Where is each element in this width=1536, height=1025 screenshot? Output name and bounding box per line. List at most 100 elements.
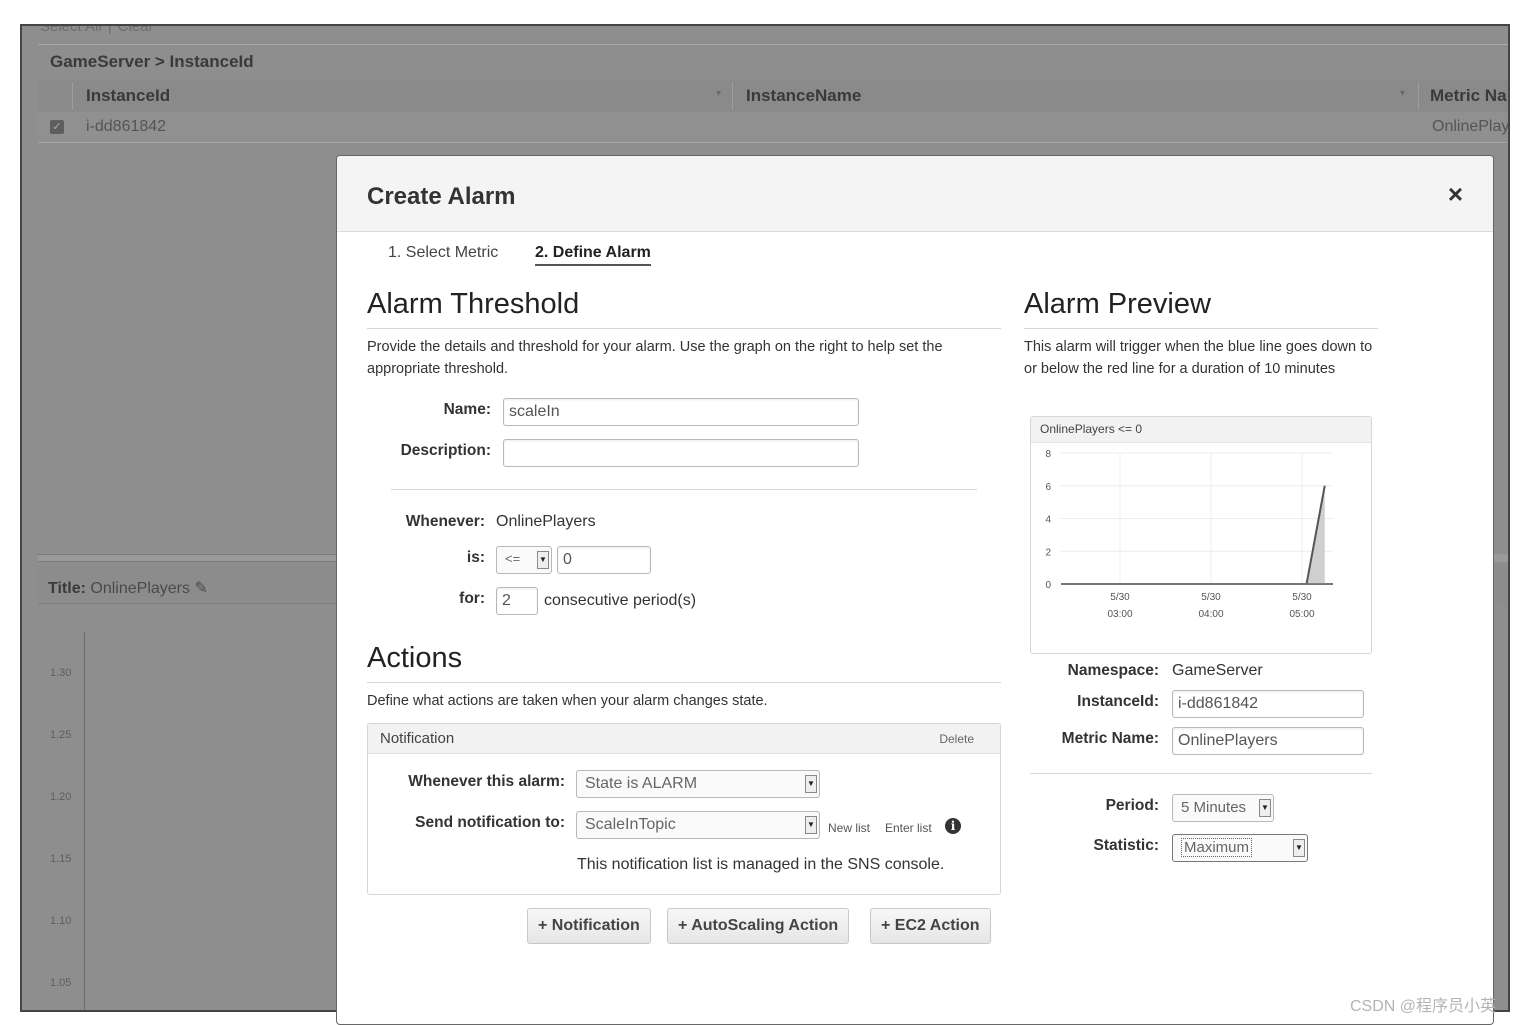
y-tick-label: 0 xyxy=(1045,580,1051,591)
panel-resize-handle[interactable] xyxy=(1494,554,1508,562)
pencil-icon[interactable]: ✎ xyxy=(194,580,207,597)
column-header-instancename[interactable]: InstanceName xyxy=(746,86,861,106)
cell-instanceid: i-dd861842 xyxy=(86,118,167,135)
period-select[interactable]: 5 Minutes ▼ xyxy=(1172,794,1274,822)
notification-header: Notification Delete xyxy=(368,724,1000,754)
y-tick-label: 2 xyxy=(1045,547,1051,558)
column-divider xyxy=(72,82,73,110)
x-tick-label: 5/30 xyxy=(1110,592,1130,603)
sort-icon[interactable]: ▾ xyxy=(1400,88,1405,99)
chevron-down-icon: ▼ xyxy=(805,816,817,834)
operator-select[interactable]: <= ▼ xyxy=(496,546,552,574)
chart-title: OnlinePlayers <= 0 xyxy=(1040,422,1143,436)
chart-header: OnlinePlayers <= 0 xyxy=(1031,417,1371,443)
preview-chart: OnlinePlayers <= 0 8 6 4 2 0 5/30 03:00 5/30 04:… xyxy=(1030,416,1372,654)
divider xyxy=(367,328,1001,329)
periods-field[interactable] xyxy=(496,587,538,615)
sns-note: This notification list is managed in the… xyxy=(577,856,945,873)
whenever-metric: OnlinePlayers xyxy=(496,513,596,530)
column-header-instanceid[interactable]: InstanceId xyxy=(86,86,170,106)
clear-link[interactable]: Clear xyxy=(118,26,154,35)
y-tick-label: 1.20 xyxy=(50,791,72,803)
metric-name-label: Metric Name: xyxy=(1061,730,1159,747)
for-label: for: xyxy=(459,590,485,607)
y-tick-label: 6 xyxy=(1045,482,1051,493)
name-field[interactable] xyxy=(503,398,859,426)
column-header-metricname[interactable]: Metric Na xyxy=(1430,86,1507,106)
statistic-select[interactable]: Maximum ▼ xyxy=(1172,834,1308,862)
preview-description: This alarm will trigger when the blue li… xyxy=(1024,339,1373,377)
divider xyxy=(367,682,1001,683)
notification-topic-value: ScaleInTopic xyxy=(585,816,676,833)
table-row[interactable] xyxy=(38,112,1508,142)
is-label: is: xyxy=(466,549,485,566)
instanceid-field[interactable] xyxy=(1172,690,1364,718)
add-ec2-action-button[interactable]: + EC2 Action xyxy=(870,908,991,944)
alarm-state-value: State is ALARM xyxy=(585,775,698,792)
name-label: Name: xyxy=(443,401,491,418)
select-all-link[interactable]: Select All xyxy=(40,26,102,35)
namespace-label: Namespace: xyxy=(1067,662,1159,679)
chevron-down-icon: ▼ xyxy=(1259,799,1271,817)
threshold-description: Provide the details and threshold for yo… xyxy=(367,339,943,377)
new-list-link[interactable]: New list xyxy=(828,821,870,835)
breadcrumb[interactable]: GameServer > InstanceId xyxy=(50,52,254,72)
statistic-label: Statistic: xyxy=(1093,837,1159,854)
period-value: 5 Minutes xyxy=(1181,799,1247,816)
add-notification-button[interactable]: + Notification xyxy=(527,908,651,944)
divider xyxy=(38,44,1508,45)
info-icon[interactable]: i xyxy=(945,818,961,834)
whenever-alarm-label: Whenever this alarm: xyxy=(408,773,565,790)
divider xyxy=(38,142,1508,143)
close-icon[interactable]: × xyxy=(1448,181,1463,207)
tab-define-alarm[interactable]: 2. Define Alarm xyxy=(535,244,651,266)
period-label: Period: xyxy=(1105,797,1159,814)
watermark: CSDN @程序员小英 xyxy=(1350,998,1497,1015)
x-tick-label: 04:00 xyxy=(1198,609,1223,620)
metric-name-field[interactable] xyxy=(1172,727,1364,755)
namespace-value: GameServer xyxy=(1172,662,1263,679)
whenever-label: Whenever: xyxy=(405,513,485,530)
periods-suffix: consecutive period(s) xyxy=(544,592,697,609)
y-tick-label: 4 xyxy=(1045,515,1051,526)
y-tick-label: 1.30 xyxy=(50,667,72,679)
instanceid-label: InstanceId: xyxy=(1077,693,1159,710)
chart-plot: 8 6 4 2 0 5/30 03:00 5/30 04:00 5/30 05:00 xyxy=(1045,449,1333,620)
tab-select-metric[interactable]: 1. Select Metric xyxy=(388,244,498,262)
graph-title-bar xyxy=(1494,566,1508,604)
y-tick-label: 1.15 xyxy=(50,853,72,865)
x-tick-label: 5/30 xyxy=(1292,592,1312,603)
chevron-down-icon: ▼ xyxy=(1293,839,1305,857)
y-tick-label: 1.25 xyxy=(50,729,72,741)
threshold-field[interactable] xyxy=(557,546,651,574)
statistic-value: Maximum xyxy=(1181,838,1253,857)
sort-icon[interactable]: ▾ xyxy=(716,88,721,99)
column-divider xyxy=(732,82,733,110)
graph-y-axis xyxy=(84,632,85,1010)
cell-metricname: OnlinePlay xyxy=(1432,118,1510,135)
delete-notification-link[interactable]: Delete xyxy=(939,732,974,746)
operator-value: <= xyxy=(505,551,521,566)
create-alarm-dialog: Create Alarm × 1. Select Metric 2. Defin… xyxy=(336,155,1494,1025)
description-label: Description: xyxy=(400,442,491,459)
notification-topic-select[interactable]: ScaleInTopic ▼ xyxy=(576,811,820,839)
add-autoscaling-action-button[interactable]: + AutoScaling Action xyxy=(667,908,850,944)
actions-heading: Actions xyxy=(367,642,463,674)
selection-links: Select All | Clear xyxy=(40,26,154,35)
graph-title: Title: OnlinePlayers ✎ xyxy=(48,578,208,598)
graph-title-value: OnlinePlayers xyxy=(90,580,190,597)
graph-title-label: Title: xyxy=(48,580,86,597)
send-notification-label: Send notification to: xyxy=(415,814,565,831)
x-tick-label: 5/30 xyxy=(1201,592,1221,603)
chevron-down-icon: ▼ xyxy=(537,551,549,569)
dialog-header: Create Alarm × xyxy=(337,156,1493,232)
notification-title: Notification xyxy=(380,730,455,747)
alarm-state-select[interactable]: State is ALARM ▼ xyxy=(576,770,820,798)
enter-list-link[interactable]: Enter list xyxy=(885,821,932,835)
y-tick-label: 8 xyxy=(1045,449,1051,460)
x-tick-label: 03:00 xyxy=(1107,609,1132,620)
panel-resize-handle[interactable] xyxy=(38,554,338,562)
x-tick-label: 05:00 xyxy=(1289,609,1314,620)
row-checkbox[interactable]: ✓ xyxy=(50,120,64,134)
description-field[interactable] xyxy=(503,439,859,467)
